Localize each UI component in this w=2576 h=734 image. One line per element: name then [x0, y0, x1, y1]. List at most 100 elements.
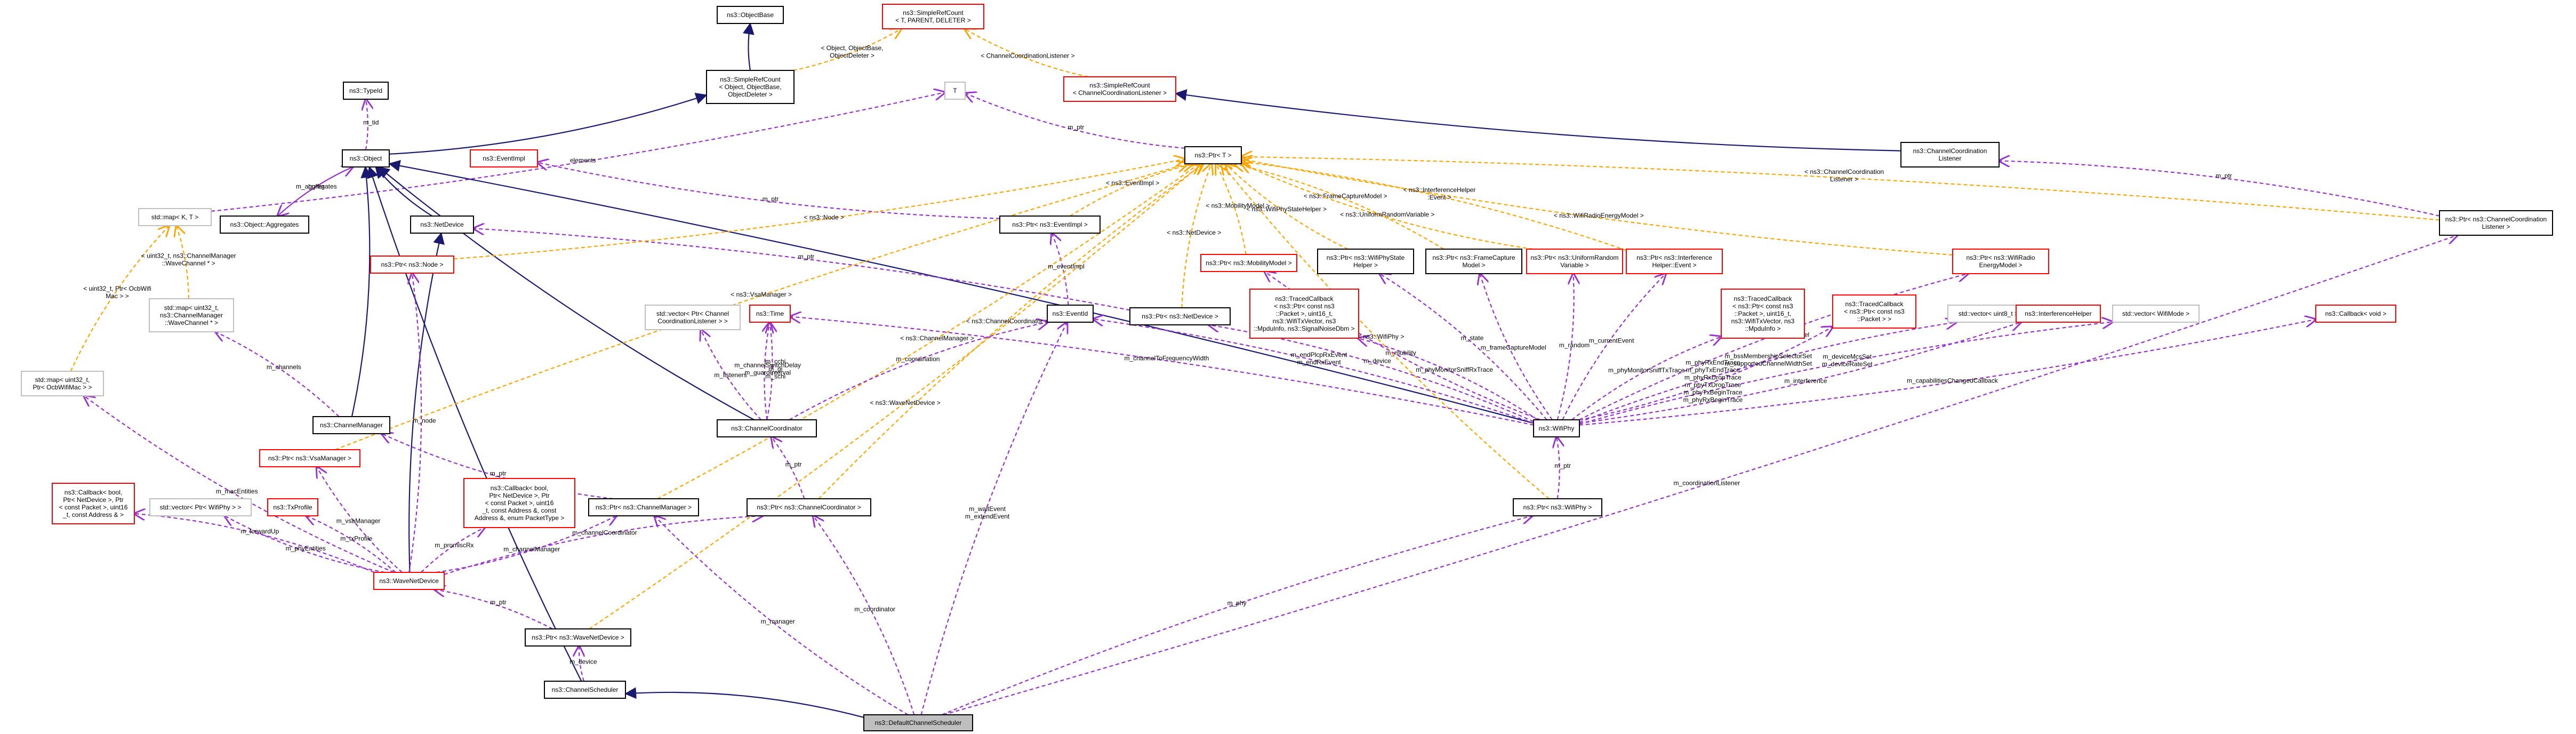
edge-label: < ns3::WifiPhyStateHelper >: [1246, 205, 1327, 213]
edge-label-line: m_bssMembershipSelectorSet: [1725, 352, 1812, 360]
class-node-ptr-event-impl[interactable]: ns3::Ptr< ns3::EventImpl >: [999, 216, 1101, 234]
edge-label-line: m_channelSwitchDelay: [734, 361, 801, 369]
edge-label-line: < ns3::NetDevice >: [1167, 229, 1221, 236]
edge-label: m_txProfile: [340, 534, 372, 542]
class-node-event-impl[interactable]: ns3::EventImpl: [470, 149, 538, 167]
class-node-src-obj[interactable]: ns3::SimpleRefCount< Object, ObjectBase,…: [706, 70, 795, 104]
class-node-ptr-net-device[interactable]: ns3::Ptr< ns3::NetDevice >: [1129, 307, 1231, 325]
class-node-vec-wifi-mode[interactable]: std::vector< WifiMode >: [2112, 305, 2200, 323]
class-node-src-tpd[interactable]: ns3::SimpleRefCount< T, PARENT, DELETER …: [882, 4, 984, 29]
class-node-callback-void[interactable]: ns3::Callback< void >: [2315, 305, 2396, 323]
edge-label: < ns3::FrameCaptureModel >: [1304, 192, 1387, 200]
edge-label-line: m_vsaManager: [336, 517, 381, 524]
edge-label: m_macEntities: [216, 488, 258, 495]
class-node-ptr-vsa-manager[interactable]: ns3::Ptr< ns3::VsaManager >: [259, 449, 360, 467]
edge-label: m_ptr: [490, 469, 507, 477]
class-node-ptr-wave-net-device[interactable]: ns3::Ptr< ns3::WaveNetDevice >: [525, 628, 631, 647]
class-node-aggregates[interactable]: ns3::Object::Aggregates: [220, 216, 309, 234]
class-node-channel-scheduler[interactable]: ns3::ChannelScheduler: [544, 681, 626, 699]
edge-label-line: m_phyRxDropTrace: [1684, 374, 1742, 381]
class-node-label: ns3::Ptr< ns3::EventImpl >: [1012, 221, 1087, 228]
edge-wave-net-device-to-ptr-wave-net-device: [435, 589, 553, 629]
class-node-ptr-frame-capture[interactable]: ns3::Ptr< ns3::FrameCaptureModel >: [1425, 249, 1522, 274]
edge-label-line: < ns3::ChannelManager >: [900, 334, 974, 342]
class-node-cclistener[interactable]: ns3::ChannelCoordinationListener: [1900, 142, 2000, 167]
class-node-label: < const Packet >, uint16: [59, 504, 128, 511]
edge-label-line: m_phyMonitorSniffRxTrace: [1416, 366, 1493, 373]
class-node-map-kt[interactable]: std::map< K, T >: [138, 208, 212, 226]
class-node-ptr-cclistener[interactable]: ns3::Ptr< ns3::ChannelCoordinationListen…: [2439, 210, 2553, 236]
class-node-interference-helper[interactable]: ns3::InterferenceHelper: [2016, 305, 2101, 323]
edge-label-line: elements: [570, 156, 596, 164]
edge-label: < ns3::WaveNetDevice >: [870, 399, 940, 406]
class-node-map-uint-ocb[interactable]: std::map< uint32_t,Ptr< OcbWifiMac > >: [21, 371, 104, 396]
edge-label: m_manager: [761, 618, 795, 625]
class-node-label: ns3::Ptr< ns3::MobilityModel >: [1206, 259, 1291, 267]
edge-label: m_channelToFrequencyWidth: [1125, 354, 1209, 362]
class-node-ptr-t[interactable]: ns3::Ptr< T >: [1184, 146, 1242, 164]
edge-label: < ns3::UniformRandomVariable >: [1340, 211, 1434, 218]
class-node-label: std::vector< uint8_t >: [1959, 310, 2018, 317]
class-node-vec-ccl[interactable]: std::vector< Ptr< ChannelCoordinationLis…: [645, 305, 741, 330]
edge-label: m_phyMonitorSniffTxTrace: [1608, 366, 1685, 374]
edge-label: < ns3::ChannelCoordinator >: [966, 317, 1048, 325]
edge-object-to-channel-manager: [351, 166, 373, 417]
class-node-label: Ptr< NetDevice >, Ptr: [489, 492, 549, 499]
edge-label-line: Mac > >: [106, 292, 129, 300]
edge-label-line: m_device: [569, 658, 597, 665]
class-node-object-base[interactable]: ns3::ObjectBase: [717, 6, 784, 24]
class-node-ptr-interference[interactable]: ns3::Ptr< ns3::InterferenceHelper::Event…: [1626, 249, 1723, 274]
class-node-traced-cb3[interactable]: ns3::TracedCallback< ns3::Ptr< const ns3…: [1832, 294, 1916, 329]
class-node-ptr-mobility[interactable]: ns3::Ptr< ns3::MobilityModel >: [1200, 254, 1297, 272]
class-node-ptr-random[interactable]: ns3::Ptr< ns3::UniformRandomVariable >: [1526, 249, 1623, 274]
class-node-default-channel-scheduler[interactable]: ns3::DefaultChannelScheduler: [863, 714, 973, 731]
class-node-label: ns3::Ptr< ns3::WifiRadio: [1966, 254, 2035, 261]
class-node-label: std::map< K, T >: [151, 213, 198, 221]
edge-label-line: < ns3::ChannelCoordination: [1804, 168, 1884, 175]
class-node-label: EnergyModel >: [1979, 261, 2022, 269]
class-node-map-uint-mac[interactable]: std::map< uint32_t,ns3::ChannelManager::…: [149, 298, 234, 332]
class-node-channel-manager[interactable]: ns3::ChannelManager: [312, 416, 390, 434]
edge-label: m_channels: [267, 363, 301, 371]
class-node-label: ns3::TracedCallback: [1734, 295, 1793, 302]
class-node-label: Model >: [1462, 261, 1485, 269]
class-node-label: Address &, enum PacketType >: [475, 514, 564, 522]
class-node-event-id[interactable]: ns3::EventId: [1047, 305, 1094, 323]
collaboration-diagram: < Object, ObjectBase,ObjectDeleter > < Ch…: [21, 4, 2553, 731]
class-node-label: ns3::Ptr< ns3::NetDevice >: [1142, 313, 1218, 320]
class-node-traced-cb2[interactable]: ns3::TracedCallback< ns3::Ptr< const ns3…: [1721, 289, 1805, 339]
edge-label: m_interference: [1784, 377, 1827, 385]
class-node-src-ccl[interactable]: ns3::SimpleRefCount< ChannelCoordination…: [1063, 76, 1176, 102]
class-node-label: ns3::Ptr< ns3::WifiPhy >: [1523, 504, 1592, 511]
class-node-ptr-wifi-phy[interactable]: ns3::Ptr< ns3::WifiPhy >: [1513, 498, 1602, 516]
class-node-ptr-channel-coordinator[interactable]: ns3::Ptr< ns3::ChannelCoordinator >: [747, 498, 871, 516]
class-node-wifi-phy[interactable]: ns3::WifiPhy: [1533, 419, 1580, 437]
class-node-ptr-wifi-phy-state[interactable]: ns3::Ptr< ns3::WifiPhyStateHelper >: [1317, 249, 1414, 274]
class-node-label: ns3::Ptr< ns3::Interference: [1636, 254, 1712, 261]
edge-label: elements: [570, 156, 596, 164]
class-node-ptr-channel-manager[interactable]: ns3::Ptr< ns3::ChannelManager >: [588, 498, 699, 516]
class-node-wave-net-device[interactable]: ns3::WaveNetDevice: [373, 572, 445, 590]
class-node-ptr-wifi-radio[interactable]: ns3::Ptr< ns3::WifiRadioEnergyModel >: [1952, 249, 2049, 274]
edge-label-line: < ns3::UniformRandomVariable >: [1340, 211, 1434, 218]
edge-label-line: < ns3::WifiPhy >: [1358, 333, 1404, 340]
edge-label: m_coordinationListener: [1674, 480, 1740, 487]
class-node-vec-ptr-wifi-phy[interactable]: std::vector< Ptr< WifiPhy > >: [149, 498, 252, 516]
edge-label-line: m_manager: [761, 618, 795, 625]
class-node-net-device[interactable]: ns3::NetDevice: [410, 216, 474, 234]
class-node-label: Ptr< OcbWifiMac > >: [33, 384, 92, 391]
edge-label: m_coordination: [896, 355, 940, 363]
class-node-object[interactable]: ns3::Object: [342, 149, 390, 167]
class-node-callback-bool[interactable]: ns3::Callback< bool,Ptr< NetDevice >, Pt…: [52, 483, 135, 524]
class-node-ptr-node[interactable]: ns3::Ptr< ns3::Node >: [370, 256, 454, 274]
class-node-t[interactable]: T: [944, 82, 966, 100]
class-node-callback-promisc[interactable]: ns3::Callback< bool,Ptr< NetDevice >, Pt…: [463, 478, 575, 528]
class-node-label: ns3::EventId: [1053, 310, 1088, 317]
class-node-time[interactable]: ns3::Time: [749, 305, 791, 323]
class-node-channel-coordinator[interactable]: ns3::ChannelCoordinator: [717, 419, 817, 437]
class-node-type-id[interactable]: ns3::TypeId: [343, 82, 389, 100]
class-node-tx-profile[interactable]: ns3::TxProfile: [267, 498, 318, 516]
class-node-traced-cb1[interactable]: ns3::TracedCallback< ns3::Ptr< const ns3…: [1249, 289, 1359, 339]
edge-label: < Object, ObjectBase,ObjectDeleter >: [821, 44, 883, 59]
edge-ptr-t-to-ptr-node: [453, 159, 1185, 260]
